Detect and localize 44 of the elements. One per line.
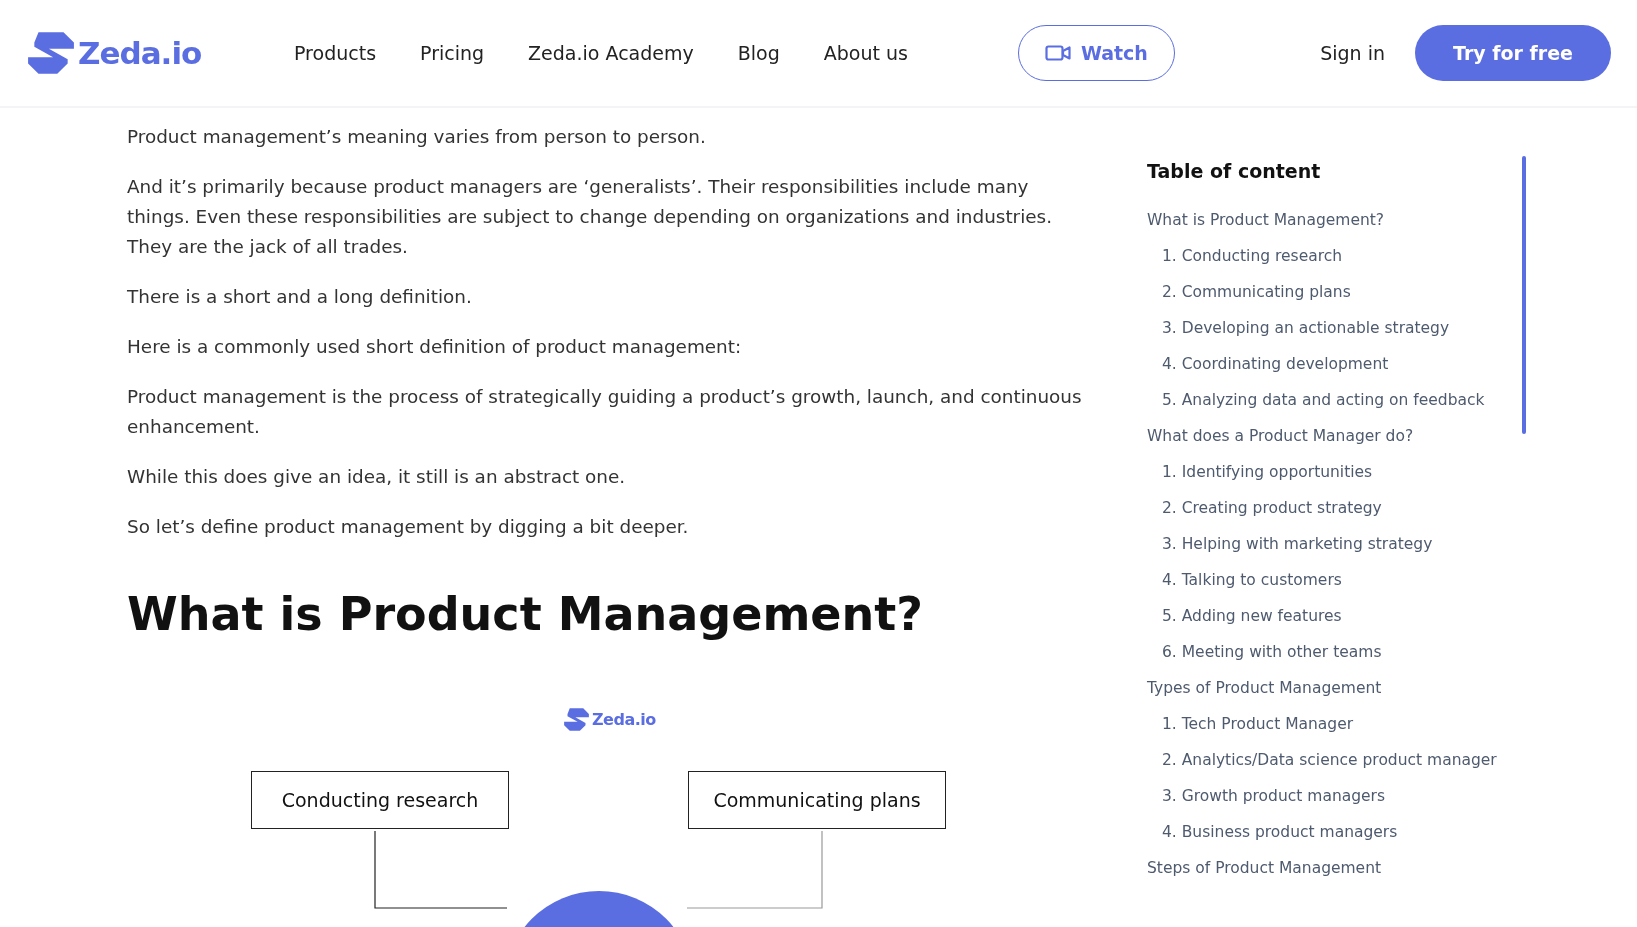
logo-text: Zeda.io: [78, 35, 202, 71]
toc-link[interactable]: 3. Growth product managers: [1147, 778, 1386, 814]
video-camera-icon: [1044, 44, 1071, 62]
toc-link[interactable]: 2. Creating product strategy: [1147, 490, 1382, 526]
nav-link[interactable]: About us: [823, 42, 908, 64]
toc-link[interactable]: What does a Product Manager do?: [1147, 418, 1414, 454]
toc-link[interactable]: 1. Identifying opportunities: [1147, 454, 1373, 490]
toc-title: Table of content: [1147, 160, 1321, 182]
toc-link[interactable]: 4. Business product managers: [1147, 814, 1398, 850]
logo-mark-icon: [563, 706, 590, 733]
nav-link[interactable]: Products: [294, 42, 377, 64]
nav-link[interactable]: Zeda.io Academy: [528, 42, 694, 64]
diagram-node: Conducting research: [251, 771, 509, 829]
toc-link[interactable]: 3. Helping with marketing strategy: [1147, 526, 1433, 562]
toc-link[interactable]: 2. Analytics/Data science product manager: [1147, 742, 1497, 778]
paragraph: And it’s primarily because product managers are ‘generalists’. Their responsibilities include many things. Even these responsibilities are subject to change depending on organizations and industries. They are the jack of all trades.: [127, 175, 1053, 259]
toc-link[interactable]: 6. Meeting with other teams: [1147, 634, 1382, 670]
logo-text: Zeda.io: [592, 710, 656, 729]
toc-link[interactable]: 4. Talking to customers: [1147, 562, 1342, 598]
paragraph: Product management is the process of strategically guiding a product’s growth, launch, and continuous enhancement.: [127, 385, 1083, 439]
toc-link[interactable]: 5. Adding new features: [1147, 598, 1342, 634]
logo[interactable]: Zeda.io: [26, 28, 266, 78]
toc-link[interactable]: 2. Communicating plans: [1147, 274, 1351, 310]
watch-button[interactable]: Watch: [1017, 25, 1175, 81]
toc-link[interactable]: What is Product Management?: [1147, 202, 1385, 238]
scrollbar-thumb[interactable]: [1522, 156, 1526, 434]
nav-link[interactable]: Pricing: [420, 42, 485, 64]
toc-link[interactable]: 1. Conducting research: [1147, 238, 1343, 274]
paragraph: Product management’s meaning varies from person to person.: [127, 125, 707, 149]
toc-link[interactable]: 4. Coordinating development: [1147, 346, 1389, 382]
nav-link[interactable]: Blog: [737, 42, 780, 64]
toc-link[interactable]: 1. Tech Product Manager: [1147, 706, 1354, 742]
paragraph: So let’s define product management by digging a bit deeper.: [127, 515, 690, 539]
toc-link[interactable]: 5. Analyzing data and acting on feedback: [1147, 382, 1485, 418]
toc-link[interactable]: Types of Product Management: [1147, 670, 1382, 706]
diagram-node: Communicating plans: [688, 771, 946, 829]
toc-link[interactable]: 3. Developing an actionable strategy: [1147, 310, 1450, 346]
toc-link[interactable]: Steps of Product Management: [1147, 850, 1382, 886]
section-heading: What is Product Management?: [127, 586, 924, 643]
sign-in-link[interactable]: Sign in: [1320, 42, 1386, 64]
paragraph: Here is a commonly used short definition of product management:: [127, 335, 743, 359]
try-for-free-button[interactable]: Try for free: [1415, 25, 1611, 81]
paragraph: There is a short and a long definition.: [127, 285, 473, 309]
paragraph: While this does give an idea, it still is an abstract one.: [127, 465, 627, 489]
